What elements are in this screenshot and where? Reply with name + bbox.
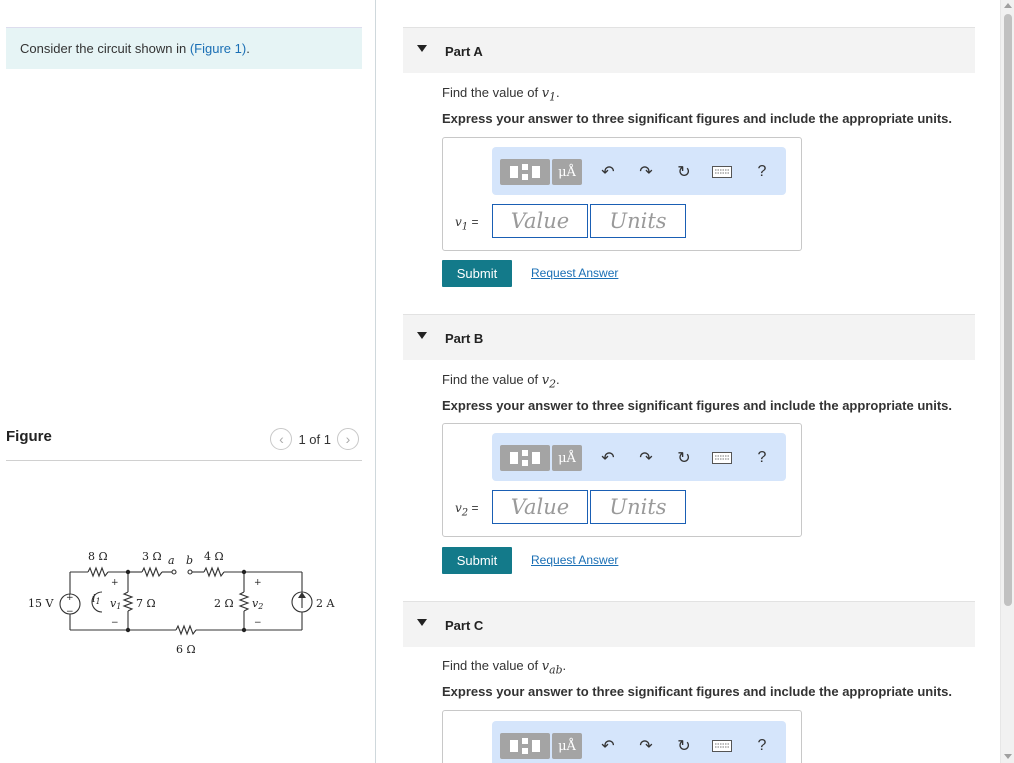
help-icon[interactable]: ? [750,445,774,471]
part-b-instruction: Express your answer to three significant… [442,398,952,413]
collapse-triangle-icon[interactable] [417,619,427,626]
problem-pane: Consider the circuit shown in (Figure 1)… [0,0,376,763]
reset-icon[interactable]: ↻ [672,159,696,185]
keyboard-icon[interactable] [710,445,734,471]
v2-label: v2 [252,597,263,611]
current-source-label: 2 A [316,597,335,610]
scroll-down-arrow-icon[interactable] [1004,754,1012,759]
units-icon[interactable]: μÅ [552,159,582,185]
redo-icon[interactable]: ↷ [634,445,658,471]
part-a-request-answer-link[interactable]: Request Answer [531,266,618,280]
part-a-header[interactable]: Part A [403,27,975,73]
v1-label: v1 [110,597,121,611]
part-b-header[interactable]: Part B [403,314,975,360]
part-c-variable: vab [541,659,563,677]
part-c-instruction: Express your answer to three significant… [442,684,952,699]
figure-link[interactable]: (Figure 1) [190,41,246,56]
keyboard-icon[interactable] [710,733,734,759]
figure-pager: ‹ 1 of 1 › [270,428,359,450]
resistor-3-label: 3 Ω [142,550,162,563]
part-b-submit-button[interactable]: Submit [442,547,512,574]
part-c-math-toolbar: μÅ ↶ ↷ ↻ ? [492,721,786,763]
voltage-source-label: 15 V [28,597,54,610]
vertical-scrollbar[interactable] [1000,0,1014,763]
units-icon[interactable]: μÅ [552,445,582,471]
previous-figure-button[interactable]: ‹ [270,428,293,450]
undo-icon[interactable]: ↶ [596,733,620,759]
part-b-prompt-text: Find the value of [442,372,539,387]
v2-plus-sign: + [254,578,262,588]
redo-icon[interactable]: ↷ [634,733,658,759]
resistor-8-label: 8 Ω [88,550,108,563]
part-c-header[interactable]: Part C [403,601,975,647]
figure-heading: Figure [6,428,52,445]
problem-text: Consider the circuit shown in [20,41,187,56]
part-a-submit-button[interactable]: Submit [442,260,512,287]
resistor-2-label: 2 Ω [214,597,234,610]
source-minus-sign: − [66,607,74,617]
part-b-units-input[interactable]: Units [590,490,686,524]
v1-plus-sign: + [111,578,119,588]
problem-statement: Consider the circuit shown in (Figure 1)… [6,27,362,69]
part-a-instruction: Express your answer to three significant… [442,111,952,126]
part-a-prompt-text: Find the value of [442,85,539,100]
part-b-prompt: Find the value of v2. [442,372,560,391]
part-b-math-toolbar: μÅ ↶ ↷ ↻ ? [492,433,786,481]
v1-minus-sign: − [111,618,119,628]
part-c-prompt: Find the value of vab. [442,658,567,677]
figure-page-count: 1 of 1 [298,431,331,447]
part-a-answer-label: v1 = [455,215,479,233]
source-plus-sign: + [66,593,74,603]
undo-icon[interactable]: ↶ [596,159,620,185]
help-icon[interactable]: ? [750,733,774,759]
part-c-answer-box: μÅ ↶ ↷ ↻ ? [442,710,802,763]
scroll-up-arrow-icon[interactable] [1004,3,1012,8]
reset-icon[interactable]: ↻ [672,733,696,759]
help-icon[interactable]: ? [750,159,774,185]
questions-pane: Part A Find the value of v1. Express you… [377,0,1000,763]
part-a-units-input[interactable]: Units [590,204,686,238]
circuit-diagram: 8 Ω 3 Ω a b 4 Ω 7 Ω 2 Ω 6 Ω 15 V 2 A + −… [28,550,335,656]
resistor-4-label: 4 Ω [204,550,224,563]
figure-divider [6,460,362,461]
part-b-request-answer-link[interactable]: Request Answer [531,553,618,567]
node-b-label: b [186,554,193,567]
node-a-label: a [168,554,175,567]
fraction-template-icon[interactable] [500,159,550,185]
resistor-6-label: 6 Ω [176,643,196,656]
part-b-answer-box: μÅ ↶ ↷ ↻ ? v2 = Value Units [442,423,802,537]
part-a-title: Part A [445,44,483,59]
part-a-math-toolbar: μÅ ↶ ↷ ↻ ? [492,147,786,195]
part-a-prompt: Find the value of v1. [442,85,560,104]
part-b-answer-label: v2 = [455,501,479,519]
collapse-triangle-icon[interactable] [417,45,427,52]
part-b-title: Part B [445,331,484,346]
part-a-answer-box: μÅ ↶ ↷ ↻ ? v1 = Value Units [442,137,802,251]
next-figure-button[interactable]: › [337,428,359,450]
fraction-template-icon[interactable] [500,445,550,471]
redo-icon[interactable]: ↷ [634,159,658,185]
undo-icon[interactable]: ↶ [596,445,620,471]
units-icon[interactable]: μÅ [552,733,582,759]
keyboard-icon[interactable] [710,159,734,185]
fraction-template-icon[interactable] [500,733,550,759]
part-a-variable: v1 [541,86,556,104]
part-c-prompt-text: Find the value of [442,658,539,673]
resistor-7-label: 7 Ω [136,597,156,610]
part-c-title: Part C [445,618,484,633]
reset-icon[interactable]: ↻ [672,445,696,471]
part-a-value-input[interactable]: Value [492,204,588,238]
part-b-value-input[interactable]: Value [492,490,588,524]
problem-period: . [246,41,250,56]
v2-minus-sign: − [254,618,262,628]
collapse-triangle-icon[interactable] [417,332,427,339]
scrollbar-thumb[interactable] [1004,14,1012,606]
part-b-variable: v2 [541,373,556,391]
